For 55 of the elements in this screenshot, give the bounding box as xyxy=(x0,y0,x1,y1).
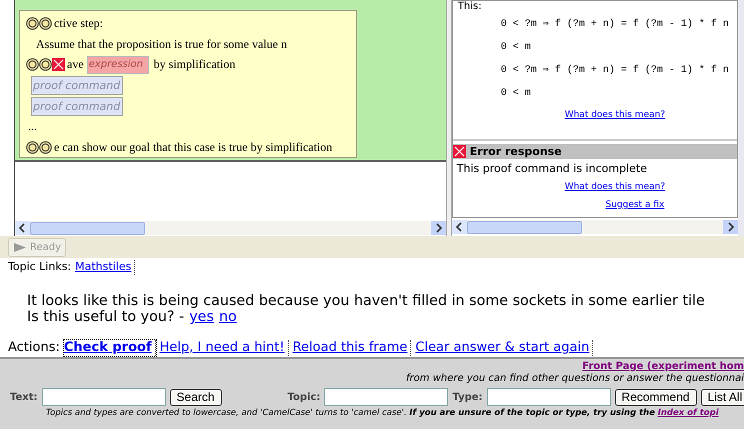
action-link[interactable]: Check proof xyxy=(64,340,156,356)
expression-field[interactable]: expression xyxy=(86,56,149,74)
input-field[interactable] xyxy=(324,388,448,406)
coin-icon xyxy=(26,141,39,154)
error-icon xyxy=(452,145,466,158)
answer-link[interactable]: yes xyxy=(189,309,214,325)
help-link[interactable]: What does this mean? xyxy=(564,110,666,120)
proof-command-field[interactable]: proof command xyxy=(31,96,123,116)
step-text: ave xyxy=(67,57,84,72)
step-text: e can show our goal that this case is true by simplification xyxy=(54,140,332,156)
horizontal-scrollbar[interactable] xyxy=(452,220,738,234)
step-text: by simplification xyxy=(154,57,236,72)
horizontal-scrollbar[interactable] xyxy=(15,221,446,235)
usefulness-question: Is this useful to you? - xyxy=(27,309,184,325)
step-text: ctive step: xyxy=(54,16,103,31)
formula-text: 0 < m xyxy=(500,87,532,101)
coin-icon xyxy=(26,16,39,30)
coin-icon xyxy=(26,58,39,72)
field-label: Type: xyxy=(452,392,483,402)
front-page-link[interactable]: Front Page (experiment hom xyxy=(582,361,744,372)
error-title: Error response xyxy=(470,145,562,158)
action-link[interactable]: Reload this frame xyxy=(292,340,412,356)
coin-icon xyxy=(39,141,52,154)
formula-text: 0 < m xyxy=(500,41,532,55)
form-button[interactable]: Recommend xyxy=(614,388,697,406)
error-icon xyxy=(52,58,65,72)
formula-text: 0 < ?m ⇒ f (?m + n) = f (?m - 1) * f n xyxy=(500,18,730,32)
topic-link[interactable]: Mathstiles xyxy=(75,260,136,275)
formula-text: 0 < ?m ⇒ f (?m + n) = f (?m - 1) * f n xyxy=(500,64,730,78)
input-field[interactable] xyxy=(486,388,611,406)
vertical-scrollbar[interactable] xyxy=(738,0,744,236)
proof-command-field[interactable]: proof command xyxy=(31,76,123,95)
form-button[interactable]: List All xyxy=(700,388,744,406)
note-text: Topics and types are converted to lowercase, and 'CamelCase' turns to 'camel case'. If you are unsure of the topic or type, try using the Index of topi xyxy=(45,408,720,418)
field-label: Text: xyxy=(10,392,38,402)
front-page-note: from where you can find other questions or answer the questionnai xyxy=(406,373,744,384)
action-link[interactable]: Clear answer & start again xyxy=(415,340,594,356)
actions-label: Actions: xyxy=(8,340,60,356)
hint-message: It looks like this is being caused because you haven't filled in some sockets in some earlier tile xyxy=(27,293,706,309)
topic-links-label: Topic Links: xyxy=(8,260,72,275)
field-label: Topic: xyxy=(288,392,320,402)
help-link[interactable]: What does this mean? xyxy=(564,182,666,192)
step-text: Assume that the proposition is true for some value n xyxy=(35,36,287,52)
error-message: This proof command is incomplete xyxy=(456,161,648,177)
coin-icon xyxy=(39,16,52,30)
goal-heading: This: xyxy=(456,1,483,13)
coin-icon xyxy=(39,58,52,72)
form-button[interactable]: Search xyxy=(170,388,222,406)
action-link[interactable]: Help, I need a hint! xyxy=(160,340,289,356)
input-field[interactable] xyxy=(42,388,166,406)
flag-icon xyxy=(13,242,27,252)
step-text: ... xyxy=(28,119,37,134)
answer-link[interactable]: no xyxy=(218,309,237,325)
help-link[interactable]: Suggest a fix xyxy=(605,200,664,210)
index-link[interactable]: Index of topi xyxy=(658,408,719,418)
